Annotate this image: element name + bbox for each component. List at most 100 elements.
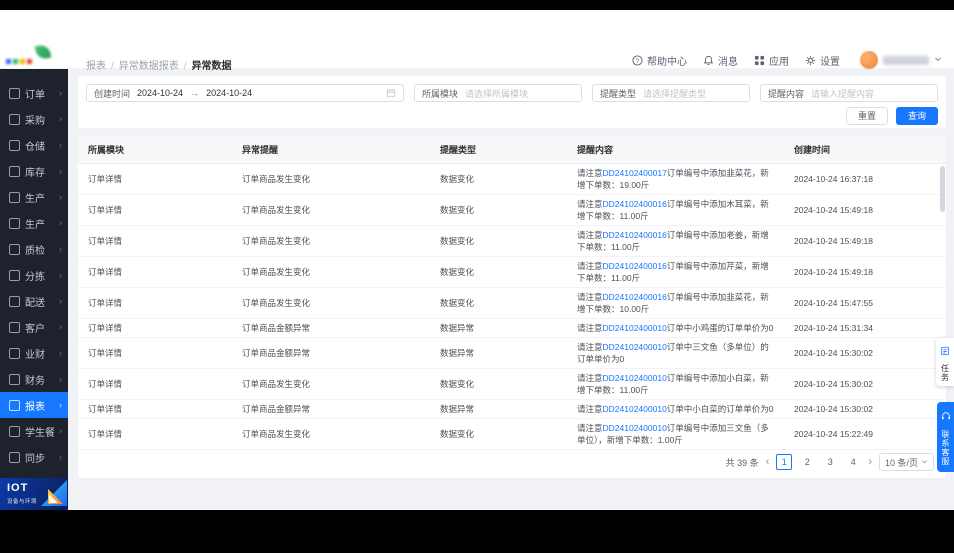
- chevron-right-icon: ›: [59, 193, 62, 202]
- order-number-link[interactable]: DD24102400016: [603, 199, 667, 209]
- scrollbar-thumb[interactable]: [940, 166, 945, 212]
- sidebar-item[interactable]: 仓储 ›: [0, 132, 68, 158]
- desktop-background: 报表 异常数据报表 异常数据 ? 帮助中心 消息: [0, 0, 954, 553]
- content-label: 提醒内容: [768, 87, 804, 100]
- content-prefix: 请注意: [577, 323, 603, 333]
- order-number-link[interactable]: DD24102400010: [603, 342, 667, 352]
- cell-alert: 订单商品金额异常: [232, 400, 430, 419]
- menu-icon: [9, 218, 20, 229]
- module-select[interactable]: 所属模块 请选择所属模块: [414, 84, 582, 102]
- iot-subtitle: 设备与环境: [7, 497, 37, 505]
- cell-created-time: 2024-10-24 15:49:18: [784, 226, 946, 257]
- svg-text:?: ?: [636, 57, 640, 64]
- cell-created-time: 2024-10-24 15:31:34: [784, 319, 946, 338]
- sidebar-item[interactable]: 财务 ›: [0, 366, 68, 392]
- alert-content-input[interactable]: 提醒内容 请输入提醒内容: [760, 84, 938, 102]
- cell-alert: 订单商品发生变化: [232, 288, 430, 319]
- apps-button[interactable]: 应用: [754, 53, 789, 68]
- sidebar-item[interactable]: 客户 ›: [0, 314, 68, 340]
- content-prefix: 请注意: [577, 342, 603, 352]
- menu-icon: [9, 114, 20, 125]
- messages-label: 消息: [718, 53, 738, 68]
- messages-button[interactable]: 消息: [703, 53, 738, 68]
- order-number-link[interactable]: DD24102400017: [603, 168, 667, 178]
- search-button[interactable]: 查询: [896, 107, 938, 125]
- customer-service-floating-button[interactable]: 联系客服: [937, 402, 954, 472]
- order-number-link[interactable]: DD24102400010: [603, 373, 667, 383]
- breadcrumb-item[interactable]: 异常数据报表: [106, 57, 179, 72]
- main-content: 创建时间 2024-10-24 → 2024-10-24 所属模块 请选择所属模…: [68, 68, 954, 510]
- cell-created-time: 2024-10-24 15:30:02: [784, 338, 946, 369]
- cell-created-time: 2024-10-24 15:22:49: [784, 419, 946, 450]
- order-number-link[interactable]: DD24102400010: [603, 404, 667, 414]
- order-number-link[interactable]: DD24102400016: [603, 230, 667, 240]
- sidebar-item-label: 报表: [25, 398, 45, 413]
- task-floating-button[interactable]: 任务: [936, 338, 954, 386]
- sidebar-item[interactable]: 质检 ›: [0, 236, 68, 262]
- headset-icon: [941, 408, 951, 426]
- cell-content: 请注意DD24102400016订单编号中添加韭菜花，新增下单数：10.00斤: [567, 288, 784, 319]
- iot-logo-graphic: [37, 480, 67, 508]
- sidebar-item[interactable]: 采购 ›: [0, 106, 68, 132]
- page-number[interactable]: 1: [776, 454, 792, 470]
- filter-row: 创建时间 2024-10-24 → 2024-10-24 所属模块 请选择所属模…: [78, 76, 946, 102]
- page-size-select[interactable]: 10 条/页: [879, 453, 934, 471]
- cell-module: 订单详情: [78, 419, 232, 450]
- cell-content: 请注意DD24102400010订单中小白菜的订单单价为0: [567, 400, 784, 419]
- filter-panel: 创建时间 2024-10-24 → 2024-10-24 所属模块 请选择所属模…: [78, 76, 946, 128]
- order-number-link[interactable]: DD24102400016: [603, 292, 667, 302]
- cell-content: 请注意DD24102400016订单编号中添加芹菜，新增下单数：11.00斤: [567, 257, 784, 288]
- cell-created-time: 2024-10-24 16:37:18: [784, 164, 946, 195]
- alert-type-select[interactable]: 提醒类型 请选择提醒类型: [592, 84, 750, 102]
- chevron-right-icon: ›: [59, 115, 62, 124]
- date-range-picker[interactable]: 创建时间 2024-10-24 → 2024-10-24: [86, 84, 404, 102]
- top-header: 报表 异常数据报表 异常数据 ? 帮助中心 消息: [0, 10, 954, 69]
- settings-button[interactable]: 设置: [805, 53, 840, 68]
- page-number[interactable]: 4: [845, 454, 861, 470]
- breadcrumb-item[interactable]: 报表: [86, 57, 106, 72]
- cell-alert: 订单商品发生变化: [232, 226, 430, 257]
- cell-content: 请注意DD24102400016订单编号中添加木耳菜，新增下单数：11.00斤: [567, 195, 784, 226]
- order-number-link[interactable]: DD24102400010: [603, 423, 667, 433]
- sidebar-item[interactable]: 订单 ›: [0, 80, 68, 106]
- help-center-button[interactable]: ? 帮助中心: [632, 53, 687, 68]
- sidebar-item-label: 生产: [25, 190, 45, 205]
- logo-square-red: [27, 59, 32, 64]
- sidebar-item[interactable]: 同步 ›: [0, 444, 68, 470]
- sidebar-item[interactable]: 学生餐 ›: [0, 418, 68, 444]
- iot-title: IOT: [7, 482, 28, 494]
- content-prefix: 请注意: [577, 404, 603, 414]
- next-page-button[interactable]: ›: [868, 457, 872, 468]
- chevron-right-icon: ›: [59, 401, 62, 410]
- sidebar-item[interactable]: 配送 ›: [0, 288, 68, 314]
- order-number-link[interactable]: DD24102400016: [603, 261, 667, 271]
- bell-icon: [703, 55, 714, 66]
- cell-module: 订单详情: [78, 288, 232, 319]
- menu-icon: [9, 452, 20, 463]
- cell-content: 请注意DD24102400017订单编号中添加韭菜花，新增下单数：19.00斤: [567, 164, 784, 195]
- iot-brand-footer: IOT 设备与环境: [0, 478, 68, 510]
- menu-icon: [9, 192, 20, 203]
- order-number-link[interactable]: DD24102400010: [603, 323, 667, 333]
- cell-type: 数据变化: [430, 195, 567, 226]
- sidebar-item[interactable]: 分拣 ›: [0, 262, 68, 288]
- prev-page-button[interactable]: ‹: [766, 457, 770, 468]
- reset-button[interactable]: 重置: [846, 107, 888, 125]
- cell-content: 请注意DD24102400016订单编号中添加老姜，新增下单数：11.00斤: [567, 226, 784, 257]
- user-account-menu[interactable]: [860, 51, 942, 69]
- cell-created-time: 2024-10-24 15:49:18: [784, 195, 946, 226]
- content-prefix: 请注意: [577, 373, 603, 383]
- sidebar-item[interactable]: 库存 ›: [0, 158, 68, 184]
- sidebar-item[interactable]: 业财 ›: [0, 340, 68, 366]
- pagination: 共 39 条 ‹ 1 2 3 4 › 10 条/页: [726, 453, 934, 471]
- sidebar-item[interactable]: 生产 ›: [0, 210, 68, 236]
- sidebar-item[interactable]: 生产 ›: [0, 184, 68, 210]
- page-number[interactable]: 2: [799, 454, 815, 470]
- sidebar-item[interactable]: 报表 ›: [0, 392, 68, 418]
- menu-icon: [9, 374, 20, 385]
- page-number[interactable]: 3: [822, 454, 838, 470]
- cell-created-time: 2024-10-24 15:30:02: [784, 369, 946, 400]
- chevron-right-icon: ›: [59, 427, 62, 436]
- content-prefix: 请注意: [577, 292, 603, 302]
- range-arrow: →: [190, 88, 199, 98]
